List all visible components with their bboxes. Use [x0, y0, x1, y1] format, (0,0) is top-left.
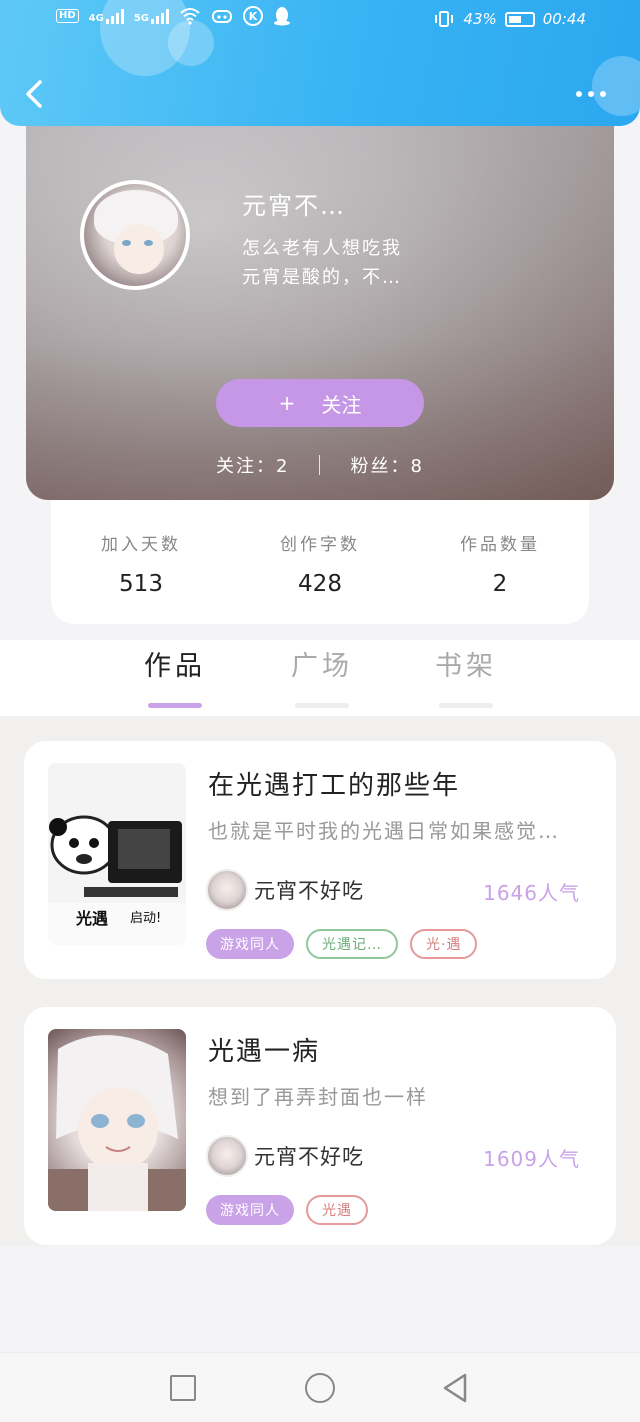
signal-4g-icon: 4G [89, 8, 124, 24]
hd-badge: HD [56, 9, 79, 23]
plus-icon: + [278, 391, 296, 415]
popularity-count: 1609人气 [483, 1147, 580, 1171]
work-tags: 游戏同人 光遇 [206, 1195, 368, 1225]
profile-card: 元宵不… 怎么老有人想吃我 元宵是酸的，不… + 关注 关注：2 粉丝：8 [26, 100, 614, 500]
clock-time: 00:44 [542, 10, 586, 28]
recent-apps-square-icon[interactable] [170, 1375, 196, 1401]
work-description: 想到了再弄封面也一样 [208, 1085, 428, 1109]
work-title: 光遇一病 [208, 1037, 321, 1067]
tab-underline [148, 703, 202, 708]
signal-5g-icon: 5G [134, 8, 170, 24]
back-chevron-icon[interactable] [20, 74, 50, 114]
battery-icon [504, 11, 535, 27]
following-count[interactable]: 关注：2 [216, 452, 289, 478]
tab-bookshelf[interactable]: 书架 [421, 644, 511, 708]
tab-underline [295, 703, 349, 708]
popularity-count: 1646人气 [483, 881, 580, 905]
profile-bio: 怎么老有人想吃我 元宵是酸的，不… [242, 238, 402, 288]
follow-button[interactable]: + 关注 [216, 379, 424, 427]
work-cover-image[interactable] [48, 1029, 186, 1211]
system-nav-bar [0, 1352, 640, 1422]
fans-count[interactable]: 粉丝：8 [350, 452, 423, 478]
panda-meme-image: 光遇 启动! [48, 763, 186, 945]
follow-label: 关注 [321, 392, 362, 417]
work-cover-image[interactable]: 光遇 启动! [48, 763, 186, 945]
author-avatar [206, 1135, 248, 1177]
work-title: 在光遇打工的那些年 [208, 771, 461, 801]
tag[interactable]: 游戏同人 [206, 929, 294, 959]
tag[interactable]: 游戏同人 [206, 1195, 294, 1225]
status-bar: HD 4G 5G K 43% 00:44 [0, 0, 640, 44]
work-description: 也就是平时我的光遇日常如果感觉… [208, 819, 560, 843]
author-name: 元宵不好吃 [254, 1145, 364, 1169]
author-avatar [206, 869, 248, 911]
work-author: 元宵不好吃 [206, 1135, 364, 1177]
work-tags: 游戏同人 光遇记… 光·遇 [206, 929, 478, 959]
vibrate-icon [435, 11, 454, 27]
work-card[interactable]: 光遇一病 想到了再弄封面也一样 元宵不好吃 1609人气 游戏同人 光遇 [24, 1007, 616, 1245]
stat-word-count: 创作字数 428 [280, 535, 360, 597]
svg-text:启动!: 启动! [130, 911, 161, 926]
dot-icon [600, 91, 606, 97]
tab-underline [439, 703, 493, 708]
tab-square[interactable]: 广场 [277, 644, 367, 708]
tag[interactable]: 光遇记… [306, 929, 398, 959]
dot-icon [576, 91, 582, 97]
back-triangle-icon[interactable] [440, 1372, 470, 1404]
user-stats-card: 加入天数 513 创作字数 428 作品数量 2 [51, 488, 589, 624]
tag[interactable]: 光·遇 [410, 929, 478, 959]
work-card[interactable]: 光遇 启动! 在光遇打工的那些年 也就是平时我的光遇日常如果感觉… 元宵不好吃 … [24, 741, 616, 979]
tab-works[interactable]: 作品 [130, 644, 220, 708]
follow-stats: 关注：2 粉丝：8 [216, 452, 424, 478]
author-name: 元宵不好吃 [254, 879, 364, 903]
tag[interactable]: 光遇 [306, 1195, 368, 1225]
work-author: 元宵不好吃 [206, 869, 364, 911]
svg-text:光遇: 光遇 [75, 909, 108, 928]
divider [319, 455, 321, 475]
stat-work-count: 作品数量 2 [460, 535, 540, 597]
profile-avatar[interactable] [80, 180, 190, 290]
battery-percent: 43% [463, 10, 497, 28]
wifi-icon [180, 8, 200, 25]
home-circle-icon[interactable] [305, 1373, 335, 1403]
dot-icon [588, 91, 594, 97]
game-controller-icon [212, 10, 233, 23]
anime-character-image [48, 1035, 186, 1211]
stat-join-days: 加入天数 513 [101, 535, 181, 597]
profile-name: 元宵不… [242, 192, 346, 220]
qq-penguin-icon [274, 7, 291, 26]
top-header: HD 4G 5G K 43% 00:44 [0, 0, 640, 126]
k-app-icon: K [243, 6, 264, 26]
more-options-button[interactable] [576, 84, 612, 104]
content-tabs: 作品 广场 书架 [0, 640, 640, 716]
